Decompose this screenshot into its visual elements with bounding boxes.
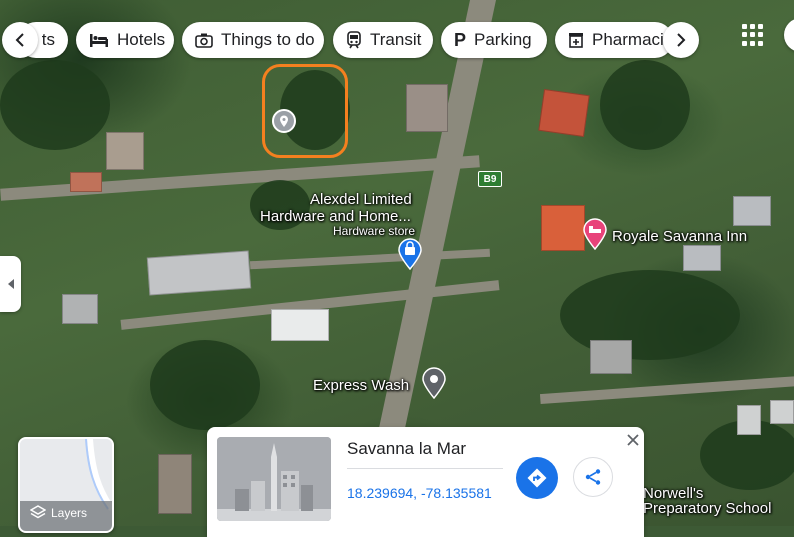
building (541, 205, 585, 251)
close-card-button[interactable] (626, 433, 640, 447)
bed-icon (90, 34, 108, 47)
road-small (249, 248, 491, 270)
building (271, 309, 329, 341)
chip-things-to-do[interactable]: Things to do (182, 22, 324, 58)
norwells-label-line2[interactable]: Preparatory School (643, 500, 771, 517)
place-title: Savanna la Mar (347, 439, 467, 458)
chip-things-to-do-label: Things to do (221, 30, 315, 49)
selected-area-outline (262, 64, 348, 158)
tree-cluster (600, 60, 690, 150)
building (158, 454, 192, 514)
building (406, 84, 448, 132)
camera-icon (195, 33, 213, 48)
tree-cluster (150, 340, 260, 430)
parking-icon: P (454, 29, 467, 50)
collapse-side-panel-button[interactable] (0, 256, 21, 312)
road-east-west-3 (539, 375, 794, 405)
place-photo-placeholder[interactable] (217, 437, 331, 521)
chevron-left-icon (15, 33, 24, 47)
chevron-right-icon (677, 33, 686, 47)
alexdel-label-line1[interactable]: Alexdel Limited (310, 191, 412, 208)
layers-button[interactable]: Layers (18, 437, 114, 533)
building (737, 405, 761, 435)
chip-hotels[interactable]: Hotels (76, 22, 174, 58)
royale-savanna-label[interactable]: Royale Savanna Inn (612, 228, 747, 245)
building (770, 400, 794, 424)
building (683, 245, 721, 271)
close-icon (627, 434, 639, 446)
hotel-pin[interactable] (582, 218, 608, 251)
share-button[interactable] (573, 457, 613, 497)
layers-label-row: Layers (30, 505, 87, 521)
chips-scroll-left-button[interactable] (2, 22, 38, 58)
place-coordinates[interactable]: 18.239694, -78.135581 (347, 485, 492, 501)
shopping-pin[interactable] (397, 238, 423, 271)
building (590, 340, 632, 374)
chips-scroll-right-button[interactable] (663, 22, 699, 58)
chip-hotels-label: Hotels (117, 30, 166, 49)
chip-pharmacies[interactable]: Pharmaci (555, 22, 673, 58)
pharmacy-icon (569, 33, 583, 48)
chip-partial-label: ts (41, 30, 55, 49)
chip-transit-label: Transit (370, 30, 422, 49)
directions-button[interactable] (516, 457, 558, 499)
layers-icon (30, 505, 46, 519)
chip-transit[interactable]: Transit (333, 22, 433, 58)
map-pin-icon (422, 367, 446, 400)
tree-cluster (560, 270, 740, 360)
directions-icon (527, 468, 547, 488)
share-icon (585, 469, 601, 485)
express-wash-label[interactable]: Express Wash (313, 377, 409, 394)
building (733, 196, 771, 226)
building (70, 172, 102, 192)
apps-grid-icon[interactable] (742, 24, 764, 46)
building (62, 294, 98, 324)
train-icon (347, 31, 361, 49)
chip-parking[interactable]: P Parking (441, 22, 547, 58)
chip-pharmacies-label: Pharmaci (592, 30, 664, 49)
place-info-card[interactable]: Savanna la Mar 18.239694, -78.135581 (207, 427, 644, 537)
building (146, 250, 252, 296)
building (106, 132, 144, 170)
building (538, 89, 590, 137)
chip-parking-label: Parking (474, 30, 532, 49)
tree-cluster (0, 60, 110, 150)
shopping-bag-icon (398, 238, 422, 271)
bed-icon (583, 218, 607, 251)
layers-label: Layers (51, 506, 88, 520)
city-illustration-icon (217, 437, 331, 521)
road-shield: B9 (478, 171, 502, 187)
caret-left-icon (7, 279, 14, 289)
express-wash-pin[interactable] (421, 367, 447, 400)
card-divider (347, 468, 503, 469)
